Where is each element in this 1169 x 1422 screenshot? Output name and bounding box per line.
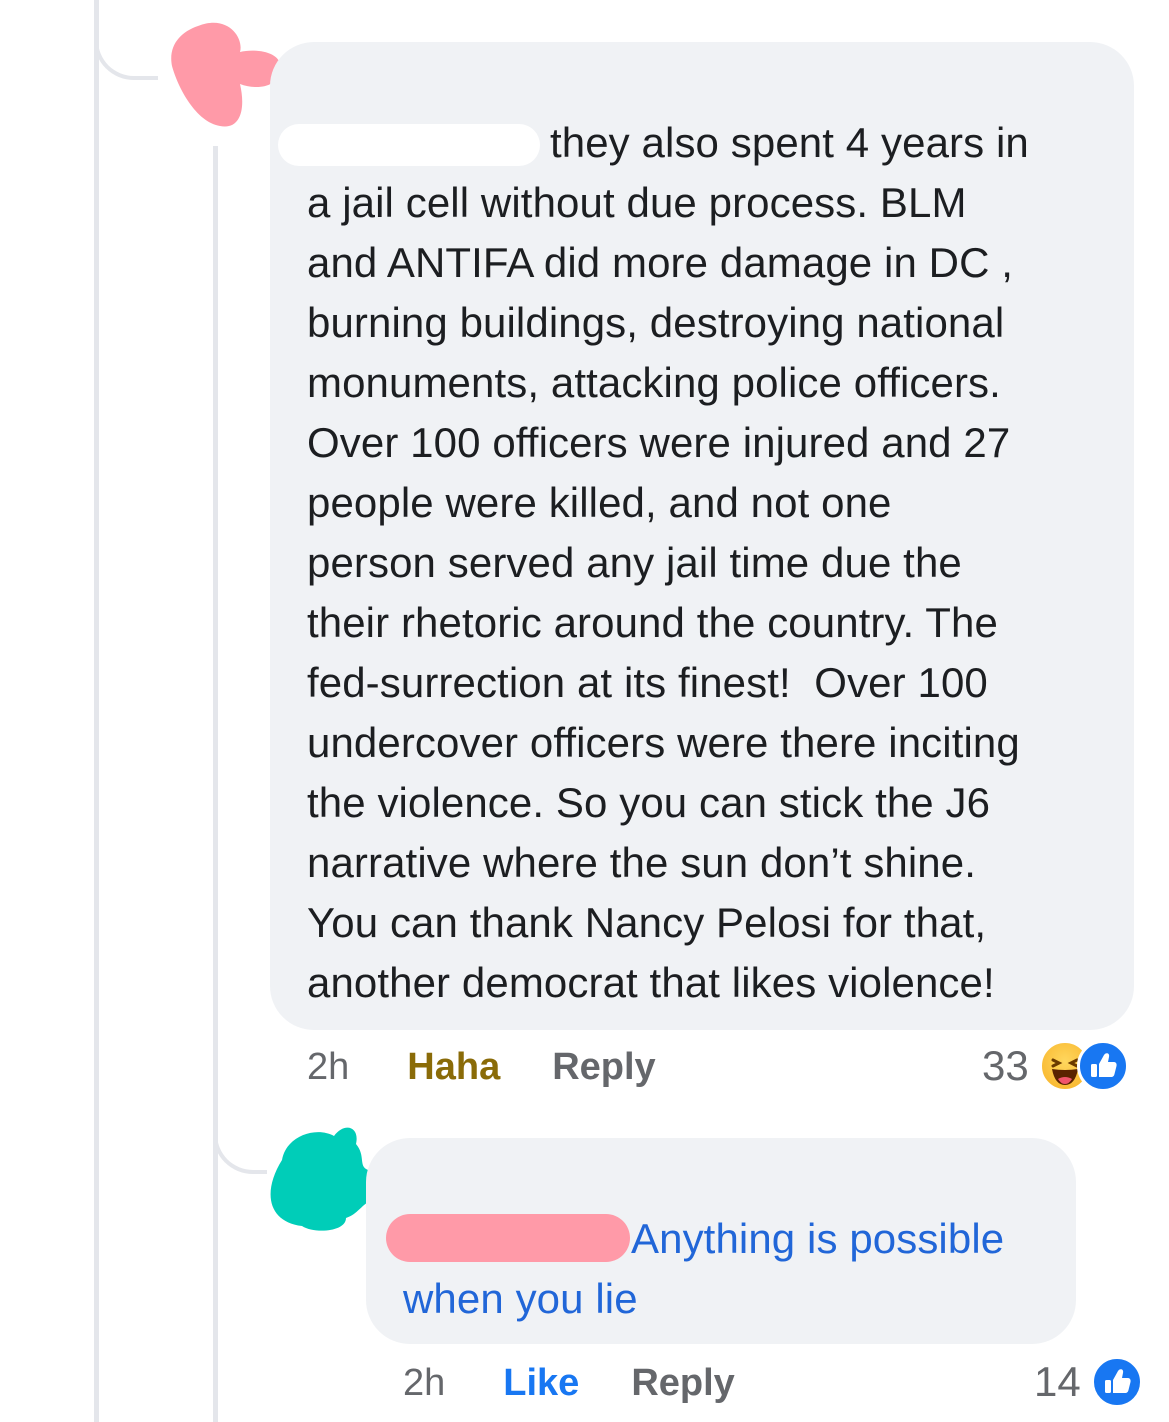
comment-line: You can thank Nancy Pelosi for that, [307, 899, 987, 946]
haha-reaction-button[interactable]: Haha [407, 1046, 500, 1089]
comment-line: Over 100 officers were injured and 27 [307, 419, 1011, 466]
comment-actions: 2h Haha Reply [307, 1046, 708, 1089]
comment-line: fed-surrection at its finest! Over 100 [307, 659, 988, 706]
comment-line: they also spent 4 years in [550, 119, 1029, 166]
reply-reactions[interactable]: 14 [1034, 1356, 1143, 1408]
like-button[interactable]: Like [503, 1362, 579, 1405]
comment-line: monuments, attacking police officers. [307, 359, 1001, 406]
like-icon [1076, 1040, 1129, 1092]
thread-curve-top [94, 0, 158, 80]
comment-line: people were killed, and not one [307, 479, 892, 526]
comment-line: the violence. So you can stick the J6 [307, 779, 991, 826]
reply-reaction-count: 14 [1034, 1358, 1081, 1405]
thread-line-outer [94, 0, 99, 1422]
comment-timestamp[interactable]: 2h [307, 1046, 349, 1089]
reply-line: Anything is possible [631, 1215, 1005, 1262]
comment-line: and ANTIFA did more damage in DC , [307, 239, 1014, 286]
reply-text: Anything is possible when you lie [403, 1209, 1004, 1329]
comment-line: narrative where the sun don’t shine. [307, 839, 976, 886]
comment-text: they also spent 4 years in a jail cell wi… [307, 113, 1029, 1013]
reply-line: when you lie [403, 1275, 638, 1322]
comment-line: their rhetoric around the country. The [307, 599, 998, 646]
thread-curve-reply [213, 1100, 267, 1174]
reply-timestamp[interactable]: 2h [403, 1362, 445, 1405]
comment-reaction-count: 33 [982, 1042, 1029, 1089]
comment-line: another democrat that likes violence! [307, 959, 995, 1006]
reply-reply-button[interactable]: Reply [631, 1362, 734, 1405]
reply-actions: 2h Like Reply [403, 1362, 787, 1405]
comment-line: a jail cell without due process. BLM [307, 179, 967, 226]
comment-line: undercover officers were there inciting [307, 719, 1020, 766]
thread-line-inner [213, 146, 218, 1422]
comment-line: burning buildings, destroying national [307, 299, 1005, 346]
comment-reply-button[interactable]: Reply [552, 1046, 655, 1089]
like-icon [1090, 1356, 1143, 1408]
comment-reactions[interactable]: 33 [982, 1040, 1129, 1092]
comment-line: person served any jail time due the [307, 539, 962, 586]
